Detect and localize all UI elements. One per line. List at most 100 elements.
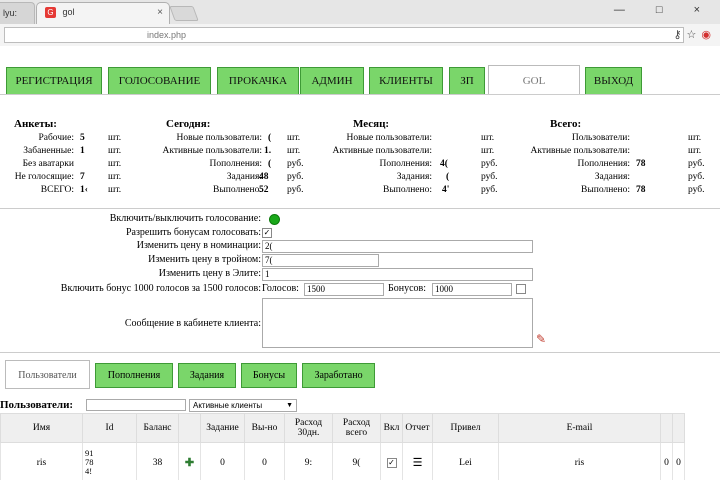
add-balance-icon[interactable]: ✚: [185, 457, 194, 469]
nav-clients[interactable]: КЛИЕНТЫ: [369, 67, 443, 95]
bonus-label: Включить бонус 1000 голосов за 1500 голо…: [60, 283, 261, 294]
col-report[interactable]: Отчет: [402, 413, 433, 443]
favicon-icon: G: [45, 7, 56, 19]
cell-name: ris: [0, 442, 83, 480]
nav-voting[interactable]: ГОЛОСОВАНИЕ: [108, 67, 211, 95]
col-extra-1: [660, 413, 673, 443]
bonuses-input[interactable]: 1000: [432, 283, 512, 296]
key-icon[interactable]: ⚷: [673, 29, 686, 41]
elite-price-input[interactable]: 1: [262, 268, 533, 281]
allow-bonus-label: Разрешить бонусам голосовать:: [125, 227, 261, 238]
col-extra-2: [672, 413, 685, 443]
cell-spend-30: 9:: [284, 442, 333, 480]
nav-admin[interactable]: АДМИН: [300, 67, 364, 95]
voting-status-toggle[interactable]: [269, 214, 280, 225]
col-id[interactable]: Id: [82, 413, 137, 443]
nomination-price-label: Изменить цену в номинации:: [136, 240, 261, 251]
tab-tasks[interactable]: Задания: [178, 363, 236, 388]
nav-registration[interactable]: РЕГИСТРАЦИЯ: [6, 67, 102, 95]
toggle-voting-label: Включить/выключить голосование:: [109, 213, 261, 224]
client-message-label: Сообщение в кабинете клиента:: [124, 318, 261, 329]
star-icon[interactable]: ☆: [687, 29, 702, 41]
enabled-checkbox[interactable]: ✓: [386, 457, 397, 468]
form-row-triple-price: Изменить цену в тройном: 7(: [0, 254, 720, 268]
table-header-row: Имя Id Баланс Задание Вы-но Расход 30дн.…: [0, 413, 685, 443]
url-field[interactable]: index.php: [4, 27, 684, 43]
cell-balance: 38: [136, 442, 179, 480]
new-tab-button[interactable]: [169, 6, 199, 21]
cell-task: 0: [200, 442, 245, 480]
cell-id: 91 78 4!: [82, 442, 137, 480]
cell-enabled: ✓: [380, 442, 403, 480]
votes-input[interactable]: 1500: [304, 283, 384, 296]
cell-extra-2: 0: [672, 442, 685, 480]
users-filter-select[interactable]: Активные клиенты ▼: [189, 399, 297, 412]
col-task[interactable]: Задание: [200, 413, 245, 443]
tab-label: gol: [62, 7, 75, 17]
stats-ankety-title: Анкеты:: [14, 118, 57, 130]
triple-price-label: Изменить цену в тройном:: [148, 254, 261, 265]
address-bar: index.php ⚷☆◉: [0, 24, 720, 46]
cell-action: ✚: [178, 442, 201, 480]
bonus-enable-checkbox[interactable]: [516, 284, 526, 294]
tab-label: lyu:: [3, 8, 18, 18]
report-list-icon[interactable]: ☰: [413, 457, 423, 469]
nav-upgrade[interactable]: ПРОКАЧКА: [217, 67, 299, 95]
cell-extra-1: 0: [660, 442, 673, 480]
browser-tab-active[interactable]: G gol ×: [36, 2, 170, 24]
table-row[interactable]: ris 91 78 4! 38 ✚ 0 0 9: 9( ✓ ☰ Lei ris …: [0, 442, 685, 480]
col-enabled[interactable]: Вкл: [380, 413, 403, 443]
stats-total-title: Всего:: [550, 118, 582, 130]
address-icons: ⚷☆◉: [673, 28, 716, 41]
form-row-bonus: Включить бонус 1000 голосов за 1500 голо…: [0, 283, 720, 297]
elite-price-label: Изменить цену в Элите:: [158, 268, 261, 279]
tab-bonuses[interactable]: Бонусы: [241, 363, 297, 388]
browser-chrome: lyu: G gol × — □ × index.php ⚷☆◉: [0, 0, 720, 46]
cell-done: 0: [244, 442, 285, 480]
cell-email: ris: [498, 442, 661, 480]
col-balance[interactable]: Баланс: [136, 413, 179, 443]
col-name[interactable]: Имя: [0, 413, 83, 443]
nomination-price-input[interactable]: 2(: [262, 240, 533, 253]
form-row-nomination-price: Изменить цену в номинации: 2(: [0, 240, 720, 254]
stats-divider: [0, 208, 720, 209]
close-tab-icon[interactable]: ×: [157, 7, 163, 18]
tab-users[interactable]: Пользователи: [5, 360, 90, 389]
users-title: Пользователи:: [0, 399, 74, 411]
stats-today-title: Сегодня:: [166, 118, 211, 130]
cell-referrer: Lei: [432, 442, 499, 480]
nav-exit[interactable]: ВЫХОД: [585, 67, 642, 95]
nav-gol[interactable]: GOL: [488, 65, 580, 95]
client-message-textarea[interactable]: [262, 298, 533, 348]
form-row-client-message: Сообщение в кабинете клиента: ✎: [0, 298, 720, 350]
col-spend-total[interactable]: Расход всего: [332, 413, 381, 443]
bonuses-label: Бонусов:: [388, 283, 427, 294]
users-search-input[interactable]: [86, 399, 186, 411]
col-email[interactable]: E-mail: [498, 413, 661, 443]
form-row-toggle-voting: Включить/выключить голосование:: [0, 213, 720, 227]
col-action: [178, 413, 201, 443]
tab-deposits[interactable]: Пополнения: [95, 363, 173, 388]
stats-panel: Анкеты: Сегодня: Месяц: Всего: Рабочие: 5…: [14, 118, 705, 195]
nav-divider: [0, 94, 720, 95]
pencil-icon[interactable]: ✎: [536, 332, 546, 347]
extension-icon[interactable]: ◉: [701, 29, 716, 41]
allow-bonus-checkbox[interactable]: ✓: [262, 228, 272, 238]
form-row-elite-price: Изменить цену в Элите: 1: [0, 268, 720, 282]
browser-tab-inactive[interactable]: lyu:: [0, 2, 35, 24]
chevron-down-icon: ▼: [286, 402, 293, 409]
window-controls[interactable]: — □ ×: [614, 4, 714, 16]
cell-spend-total: 9(: [332, 442, 381, 480]
stats-month-title: Месяц:: [353, 118, 390, 130]
triple-price-input[interactable]: 7(: [262, 254, 379, 267]
form-divider: [0, 352, 720, 353]
col-spend-30[interactable]: Расход 30дн.: [284, 413, 333, 443]
col-done[interactable]: Вы-но: [244, 413, 285, 443]
votes-label: Голосов:: [262, 283, 299, 294]
users-filter-value: Активные клиенты: [193, 401, 263, 410]
nav-salary[interactable]: ЗП: [449, 67, 485, 95]
cell-report: ☰: [402, 442, 433, 480]
tab-earned[interactable]: Заработано: [302, 363, 375, 388]
col-referrer[interactable]: Привел: [432, 413, 499, 443]
users-table: Имя Id Баланс Задание Вы-но Расход 30дн.…: [0, 413, 685, 480]
